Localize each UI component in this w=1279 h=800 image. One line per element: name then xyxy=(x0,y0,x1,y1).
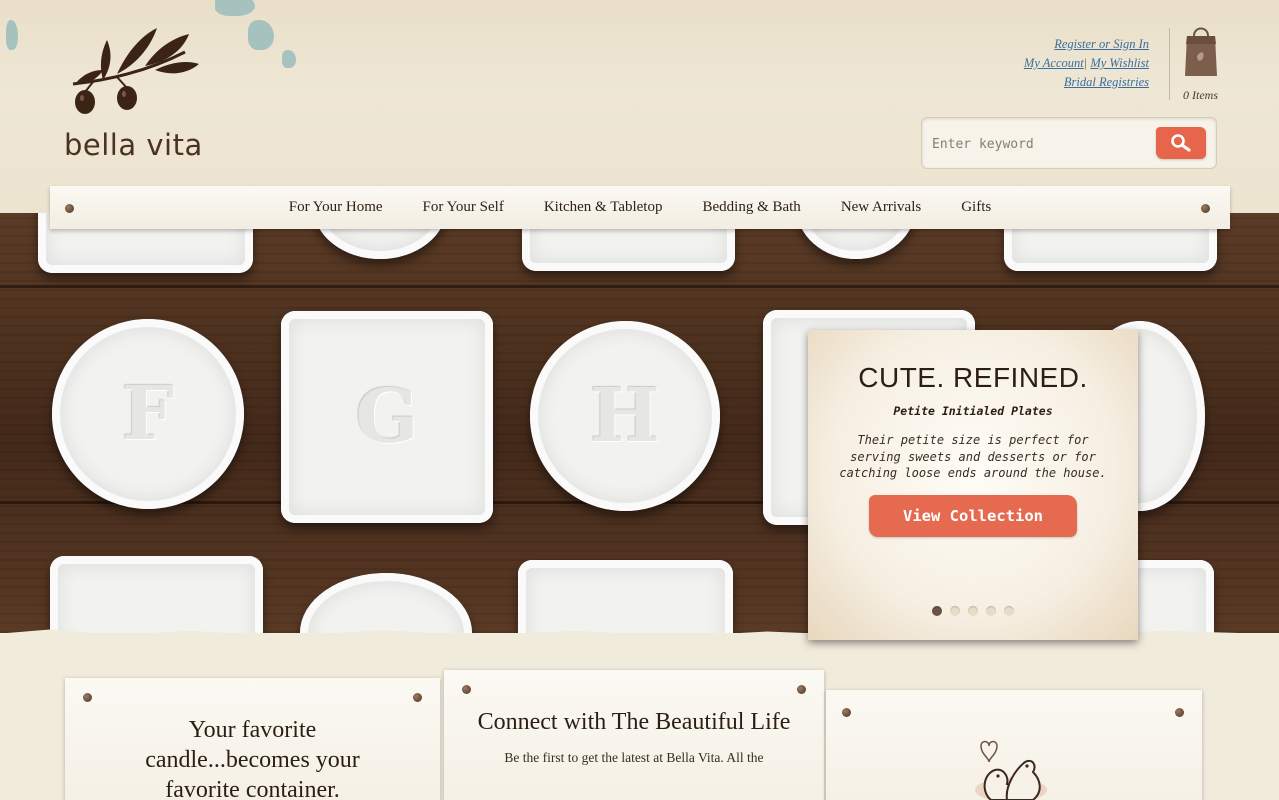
my-account-link[interactable]: My Account xyxy=(1024,56,1084,70)
connect-card-title: Connect with The Beautiful Life xyxy=(477,709,791,735)
promo-card: CUTE. REFINED. Petite Initialed Plates T… xyxy=(808,330,1138,640)
promo-title: CUTE. REFINED. xyxy=(858,362,1088,393)
peeling-paint-decoration xyxy=(282,50,296,68)
initial-plate-g: G xyxy=(281,311,493,523)
nav-item-new-arrivals[interactable]: New Arrivals xyxy=(841,199,921,216)
connect-card-text: Be the first to get the latest at Bella … xyxy=(504,750,764,765)
nail-icon xyxy=(1175,708,1184,717)
main-navigation: For Your Home For Your Self Kitchen & Ta… xyxy=(50,186,1230,229)
register-signin-link[interactable]: Register or Sign In xyxy=(1054,37,1149,51)
nav-item-kitchen-tabletop[interactable]: Kitchen & Tabletop xyxy=(544,199,663,216)
nail-icon xyxy=(413,693,422,702)
plate-letter: H xyxy=(590,373,660,459)
nail-icon xyxy=(1201,204,1210,213)
my-wishlist-link[interactable]: My Wishlist xyxy=(1090,56,1149,70)
nav-item-for-your-self[interactable]: For Your Self xyxy=(423,199,504,216)
love-birds-icon xyxy=(975,740,1047,800)
nail-icon xyxy=(462,685,471,694)
nav-item-gifts[interactable]: Gifts xyxy=(961,199,991,216)
promo-description: Their petite size is perfect for serving… xyxy=(839,433,1107,480)
slide-indicator xyxy=(808,606,1138,616)
search-box xyxy=(921,117,1217,169)
connect-card[interactable]: Connect with The Beautiful Life Be the f… xyxy=(444,670,824,800)
initial-plate-f: F xyxy=(52,319,244,509)
peeling-paint-decoration xyxy=(6,20,18,50)
promo-subtitle: Petite Initialed Plates xyxy=(893,404,1053,418)
plate-letter: G xyxy=(355,374,419,460)
plate xyxy=(50,556,263,633)
slide-dot-2[interactable] xyxy=(950,606,960,616)
brand-wordmark[interactable]: bella vita xyxy=(64,128,203,162)
peeling-paint-decoration xyxy=(215,0,255,16)
plate xyxy=(300,573,472,633)
slide-dot-1[interactable] xyxy=(932,606,942,616)
plate-letter: F xyxy=(121,371,175,457)
peeling-paint-decoration xyxy=(248,20,274,50)
nail-icon xyxy=(797,685,806,694)
love-birds-card[interactable] xyxy=(826,690,1202,800)
cart-button[interactable]: 0 Items xyxy=(1178,24,1223,103)
nail-icon xyxy=(65,204,74,213)
link-separator: | xyxy=(1083,56,1088,70)
account-links: Register or Sign In My Account| My Wishl… xyxy=(1024,35,1149,92)
cart-divider xyxy=(1169,28,1170,100)
slide-dot-4[interactable] xyxy=(986,606,996,616)
search-button[interactable] xyxy=(1156,127,1206,159)
nav-item-bedding-bath[interactable]: Bedding & Bath xyxy=(702,199,800,216)
candle-card-title: Your favorite candle...becomes your favo… xyxy=(145,717,360,800)
magnifier-icon xyxy=(1171,134,1191,152)
initial-plate-h: H xyxy=(530,321,720,511)
candle-feature-card[interactable]: Your favorite candle...becomes your favo… xyxy=(65,678,440,800)
slide-dot-5[interactable] xyxy=(1004,606,1014,616)
nail-icon xyxy=(83,693,92,702)
search-input[interactable] xyxy=(932,130,1152,158)
nail-icon xyxy=(842,708,851,717)
view-collection-button[interactable]: View Collection xyxy=(869,494,1077,537)
plate xyxy=(518,560,733,633)
cart-count: 0 Items xyxy=(1183,88,1218,102)
shopping-bag-icon[interactable] xyxy=(1183,24,1219,78)
bridal-registries-link[interactable]: Bridal Registries xyxy=(1064,75,1149,89)
slide-dot-3[interactable] xyxy=(968,606,978,616)
wood-plank-seam xyxy=(0,285,1279,288)
nav-item-for-your-home[interactable]: For Your Home xyxy=(289,199,383,216)
